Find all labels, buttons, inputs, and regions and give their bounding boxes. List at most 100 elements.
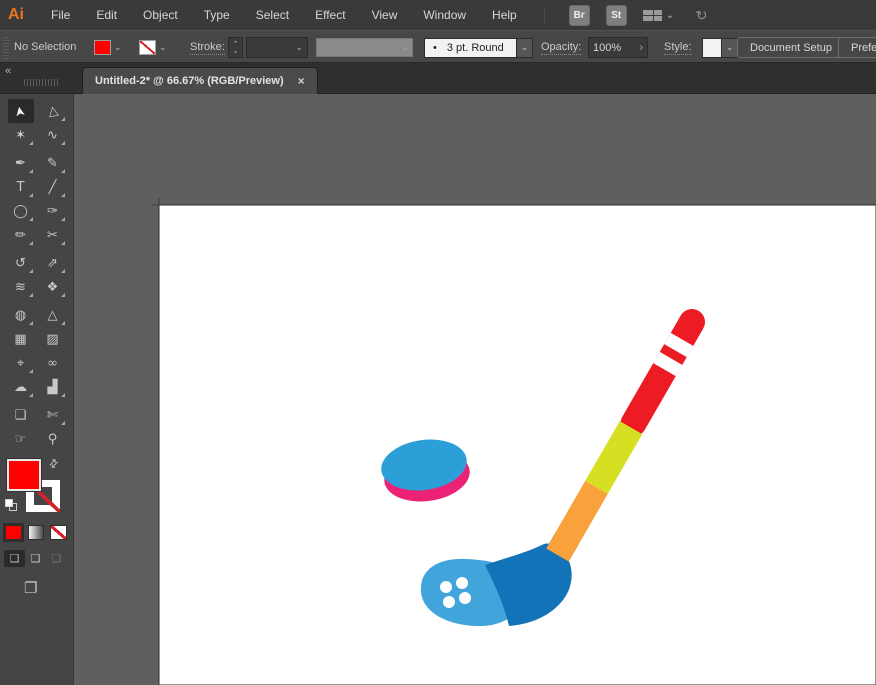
menu-item-file[interactable]: File — [38, 8, 83, 22]
document-title: Untitled-2* @ 66.67% (RGB/Preview) — [95, 75, 284, 87]
chevron-right-icon[interactable]: › — [640, 42, 643, 53]
color-mode-buttons — [5, 525, 73, 540]
menu-item-select[interactable]: Select — [243, 8, 302, 22]
blade-dot[interactable] — [440, 581, 452, 593]
document-tab[interactable]: Untitled-2* @ 66.67% (RGB/Preview) × — [82, 67, 318, 94]
brush-definition-dropdown[interactable]: ⌄ — [517, 38, 533, 58]
ellipse-tool-icon: ◯ — [13, 204, 28, 219]
stepper-down-icon[interactable]: ⌄ — [233, 48, 239, 55]
fill-indicator[interactable] — [7, 459, 41, 491]
stroke-weight-stepper[interactable]: ⌃ ⌄ — [228, 37, 243, 58]
eyedropper-tool[interactable]: ⌖ — [8, 351, 34, 375]
hand-tool[interactable]: ☞ — [8, 427, 34, 451]
hand-tool-icon: ☞ — [15, 432, 27, 447]
symbol-sprayer-tool[interactable]: ☁ — [8, 375, 34, 399]
artboard-tool[interactable]: ❏ — [8, 403, 34, 427]
pen-tool[interactable]: ✒ — [8, 151, 34, 175]
scissors-tool[interactable]: ✂ — [40, 223, 66, 247]
style-dropdown[interactable]: ⌄ — [722, 38, 738, 58]
gradient-tool[interactable]: ▨ — [40, 327, 66, 351]
paintbrush-tool-icon: ✑ — [47, 204, 58, 219]
shaper-tool-icon: ✏ — [15, 228, 26, 243]
menu-item-help[interactable]: Help — [479, 8, 530, 22]
chevron-down-icon: ⌄ — [295, 42, 303, 53]
type-tool[interactable]: T — [8, 175, 34, 199]
bridge-button[interactable]: Br — [569, 5, 590, 26]
blend-tool[interactable]: ∞ — [40, 351, 66, 375]
blade-dot[interactable] — [456, 577, 468, 589]
blade-dot[interactable] — [443, 596, 455, 608]
draw-normal-button[interactable]: ❑ — [4, 550, 25, 567]
selection-tool[interactable]: ➤ — [8, 99, 34, 123]
paintbrush-tool[interactable]: ✑ — [40, 199, 66, 223]
brush-definition-field[interactable]: • 3 pt. Round — [424, 38, 517, 58]
opacity-label[interactable]: Opacity: — [541, 41, 581, 55]
illustrator-window: Ai FileEditObjectTypeSelectEffectViewWin… — [0, 0, 876, 685]
magic-wand-tool[interactable]: ✶ — [8, 123, 34, 147]
menu-item-effect[interactable]: Effect — [302, 8, 358, 22]
free-transform-tool[interactable]: ❖ — [40, 275, 66, 299]
artboard-corner-mark — [152, 198, 159, 205]
selection-status: No Selection — [14, 41, 76, 54]
ellipse-tool[interactable]: ◯ — [8, 199, 34, 223]
stepper-up-icon[interactable]: ⌃ — [233, 41, 239, 48]
slice-tool[interactable]: ✄ — [40, 403, 66, 427]
eyedropper-tool-icon: ⌖ — [17, 356, 24, 371]
menu-item-edit[interactable]: Edit — [83, 8, 130, 22]
stock-button[interactable]: St — [606, 5, 627, 26]
close-tab-icon[interactable]: × — [298, 74, 305, 88]
menubar-divider — [544, 7, 545, 23]
menu-item-type[interactable]: Type — [191, 8, 243, 22]
collapse-panel-icon[interactable]: « — [5, 65, 11, 77]
direct-selection-tool[interactable]: ▷ — [40, 99, 66, 123]
stroke-weight-dropdown[interactable]: ⌄ — [246, 37, 308, 58]
color-button[interactable] — [5, 525, 22, 540]
chevron-down-icon: ⌄ — [114, 42, 122, 53]
drawing-mode-buttons: ❑ ❑ ❑ — [4, 550, 73, 567]
style-label[interactable]: Style: — [664, 41, 692, 55]
rotate-tool[interactable]: ↺ — [8, 251, 34, 275]
perspective-grid-tool[interactable]: △ — [40, 303, 66, 327]
zoom-tool-icon: ⚲ — [48, 432, 58, 447]
draw-behind-button[interactable]: ❑ — [25, 550, 46, 567]
mesh-tool[interactable]: ▦ — [8, 327, 34, 351]
shape-builder-tool[interactable]: ◍ — [8, 303, 34, 327]
opacity-field[interactable]: 100% › — [588, 37, 648, 58]
app-logo[interactable]: Ai — [8, 6, 24, 24]
chevron-down-icon: ⌄ — [666, 10, 674, 21]
stroke-none-swatch — [139, 40, 156, 55]
scissors-tool-icon: ✂ — [47, 228, 58, 243]
toolbar-gripper[interactable] — [24, 79, 58, 86]
scale-tool[interactable]: ⇗ — [40, 251, 66, 275]
controlbar-gripper[interactable] — [3, 36, 9, 59]
shaper-tool[interactable]: ✏ — [8, 223, 34, 247]
zoom-tool[interactable]: ⚲ — [40, 427, 66, 451]
workspace-switcher[interactable]: ⌄ — [643, 10, 674, 21]
canvas-pasteboard[interactable] — [74, 94, 876, 685]
width-tool[interactable]: ≋ — [8, 275, 34, 299]
gradient-button[interactable] — [28, 525, 45, 540]
screen-mode-button[interactable]: ❐ — [24, 579, 73, 597]
blade-dot[interactable] — [459, 592, 471, 604]
none-button[interactable] — [50, 525, 67, 540]
swap-fill-stroke-icon[interactable]: ⇄ — [46, 456, 62, 472]
stroke-label[interactable]: Stroke: — [190, 41, 225, 55]
document-setup-button[interactable]: Document Setup — [737, 37, 845, 58]
column-graph-tool[interactable]: ▟ — [40, 375, 66, 399]
preferences-button[interactable]: Preferences — [838, 37, 876, 58]
mesh-tool-icon: ▦ — [14, 332, 26, 347]
curvature-tool[interactable]: ✎ — [40, 151, 66, 175]
line-segment-tool[interactable]: ╱ — [40, 175, 66, 199]
lasso-tool[interactable]: ∿ — [40, 123, 66, 147]
menu-item-object[interactable]: Object — [130, 8, 191, 22]
style-swatch[interactable] — [702, 38, 722, 58]
fill-color-dropdown[interactable]: ⌄ — [94, 40, 122, 55]
width-profile-dropdown: ⌄ — [316, 38, 413, 57]
menu-item-view[interactable]: View — [359, 8, 411, 22]
chevron-down-icon: ⌄ — [401, 42, 409, 53]
stroke-color-dropdown[interactable]: ⌄ — [139, 40, 167, 55]
menu-item-window[interactable]: Window — [410, 8, 479, 22]
default-fill-stroke-icon[interactable] — [5, 499, 17, 511]
line-segment-tool-icon: ╱ — [49, 180, 57, 195]
sync-icon[interactable]: ↻ — [694, 5, 710, 24]
